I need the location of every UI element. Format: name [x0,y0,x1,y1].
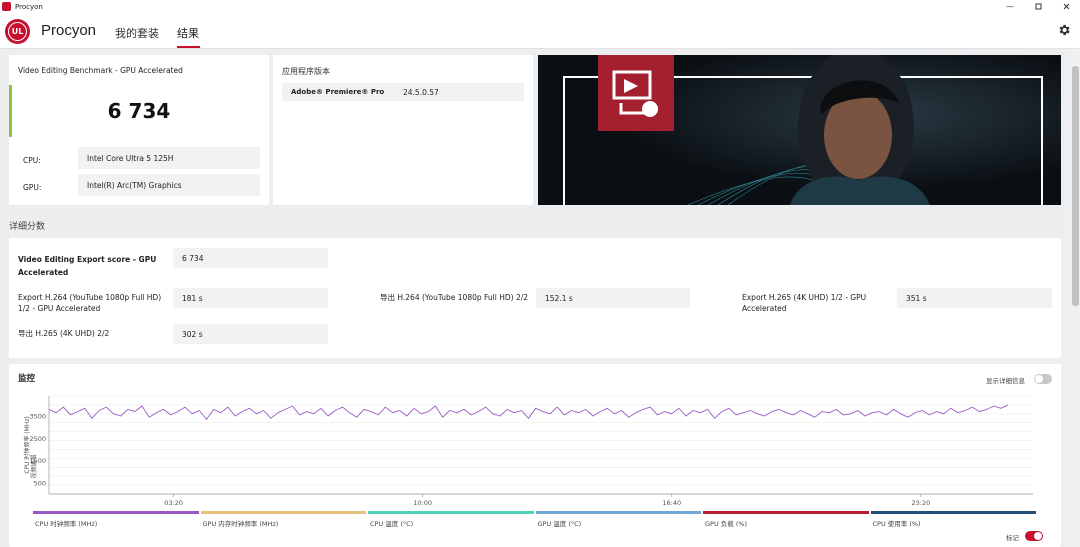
app-version-card: 应用程序版本 Adobe® Premiere® Pro 24.5.0.57 [273,55,533,205]
legend-label: GPU 负载 (%) [705,520,748,528]
legend-color-bar [535,511,701,514]
app-version-value: 24.5.0.57 [403,88,439,97]
legend-item[interactable]: GPU 内存时钟频率 (MHz) [200,511,366,529]
detail-value-2: 152.1 s [536,288,690,308]
y-tick-label: 500 [34,479,46,487]
legend-color-bar [703,511,869,514]
legend-item[interactable]: GPU 温度 (°C) [535,511,701,529]
detail-label-1: Export H.264 (YouTube 1080p Full HD) 1/2… [18,293,162,313]
restore-icon [1035,3,1041,10]
window-titlebar: Procyon — [0,0,1080,13]
ul-logo-text: UL [8,22,27,41]
detail-toggle-knob [1035,375,1043,383]
y-axis-label: CPU 时钟频率 (MHz) [23,416,31,474]
x-tick-label: 03:20 [164,499,183,507]
detail-label-2: 导出 H.264 (YouTube 1080p Full HD) 2/2 [380,293,529,302]
details-card: Video Editing Export score - GPU Acceler… [9,238,1061,358]
marker-toggle-knob [1034,532,1042,540]
legend-label: GPU 温度 (°C) [537,520,582,528]
legend-item[interactable]: CPU 温度 (°C) [368,511,534,529]
y-tick-label: 2500 [29,435,46,443]
close-icon [1063,3,1069,10]
legend-item[interactable]: GPU 负载 (%) [703,511,869,529]
overall-score: 6 734 [107,99,171,123]
legend-label: GPU 内存时钟频率 (MHz) [202,520,279,528]
marker-toggle-label: 标记 [1006,534,1019,542]
legend-color-bar [33,511,199,514]
legend-item[interactable]: CPU 使用率 (%) [870,511,1036,529]
app-header: UL Procyon 我的套装 结果 [0,13,1080,49]
x-tick-label: 16:40 [662,499,681,507]
legend-color-bar [870,511,1036,514]
detail-label-3: Export H.265 (4K UHD) 1/2 - GPU Accelera… [742,293,867,313]
tab-my-suites[interactable]: 我的套装 [115,25,159,41]
legend-color-bar [200,511,366,514]
legend-item[interactable]: CPU 时钟频率 (MHz) [33,511,199,529]
legend-label: CPU 温度 (°C) [370,520,414,528]
x-tick-label: 23:20 [912,499,931,507]
active-tab-indicator [177,46,200,48]
cpu-label: CPU: [23,156,41,165]
marker-toggle[interactable] [1025,531,1043,541]
detail-value-4: 302 s [173,324,328,344]
brand-name: Procyon [41,22,97,39]
x-tick-label: 10:00 [413,499,432,507]
result-card: Video Editing Benchmark - GPU Accelerate… [9,55,269,205]
detail-toggle[interactable] [1034,374,1052,384]
detail-label-4: 导出 H.265 (4K UHD) 2/2 [18,329,110,338]
minimize-button[interactable]: — [996,0,1024,13]
gpu-value: Intel(R) Arc(TM) Graphics [78,174,260,196]
page-scrollbar-thumb[interactable] [1072,66,1079,306]
gpu-label: GPU: [23,183,42,192]
cpu-value: Intel Core Ultra 5 125H [78,147,260,169]
series-line-cpu-clock [48,404,1009,420]
y-tick-label: 3500 [29,413,46,421]
window-title: Procyon [15,2,43,11]
app-version-title: 应用程序版本 [282,67,330,76]
legend-label: CPU 时钟频率 (MHz) [35,520,98,528]
app-name: Adobe® Premiere® Pro [291,88,385,96]
main-score-label: Video Editing Export score - GPU Acceler… [18,255,157,277]
detail-value-3: 351 s [897,288,1052,308]
detail-toggle-label: 显示详细信息 [986,377,1025,385]
benchmark-name: Video Editing Benchmark - GPU Accelerate… [18,66,183,75]
monitoring-title: 监控 [18,374,36,384]
legend-label: CPU 使用率 (%) [872,520,921,528]
app-icon [2,2,11,11]
legend-color-bar [368,511,534,514]
main-score-value: 6 734 [173,248,328,268]
ul-logo: UL [5,19,30,44]
detail-value-1: 181 s [173,288,328,308]
close-button[interactable] [1052,0,1080,13]
hero-illustration [538,55,1061,205]
tab-results[interactable]: 结果 [177,25,199,41]
settings-gear-icon[interactable] [1057,23,1071,37]
maximize-button[interactable] [1024,0,1052,13]
details-title: 详细分数 [9,222,46,232]
y-axis-label-secondary: 视频编辑 [30,455,38,479]
hero-image [538,55,1061,205]
